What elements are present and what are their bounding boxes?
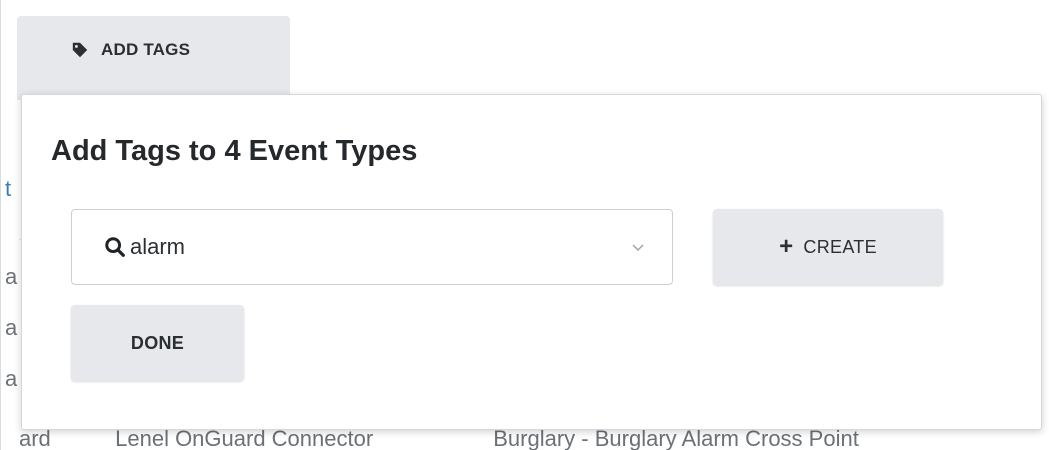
add-tags-popover: Add Tags to 4 Event Types alarm + CREATE… <box>21 94 1042 430</box>
tag-icon <box>72 42 88 58</box>
background-fragment: t <box>5 176 12 201</box>
background-fragment: a <box>5 366 18 391</box>
background-fragment: a <box>5 315 18 340</box>
create-label: CREATE <box>803 236 877 257</box>
background-fragment: a <box>5 264 18 289</box>
add-tags-label: ADD TAGS <box>101 40 191 59</box>
create-button[interactable]: + CREATE <box>713 209 943 285</box>
popover-title: Add Tags to 4 Event Types <box>51 135 418 167</box>
search-icon <box>105 237 125 257</box>
tag-search-select[interactable]: alarm <box>71 209 673 285</box>
add-tags-button[interactable]: ADD TAGS <box>17 16 290 100</box>
chevron-down-icon[interactable] <box>630 240 646 256</box>
done-label: DONE <box>130 332 185 353</box>
search-value: alarm <box>130 234 186 259</box>
done-button[interactable]: DONE <box>71 305 244 381</box>
plus-icon: + <box>779 233 794 260</box>
